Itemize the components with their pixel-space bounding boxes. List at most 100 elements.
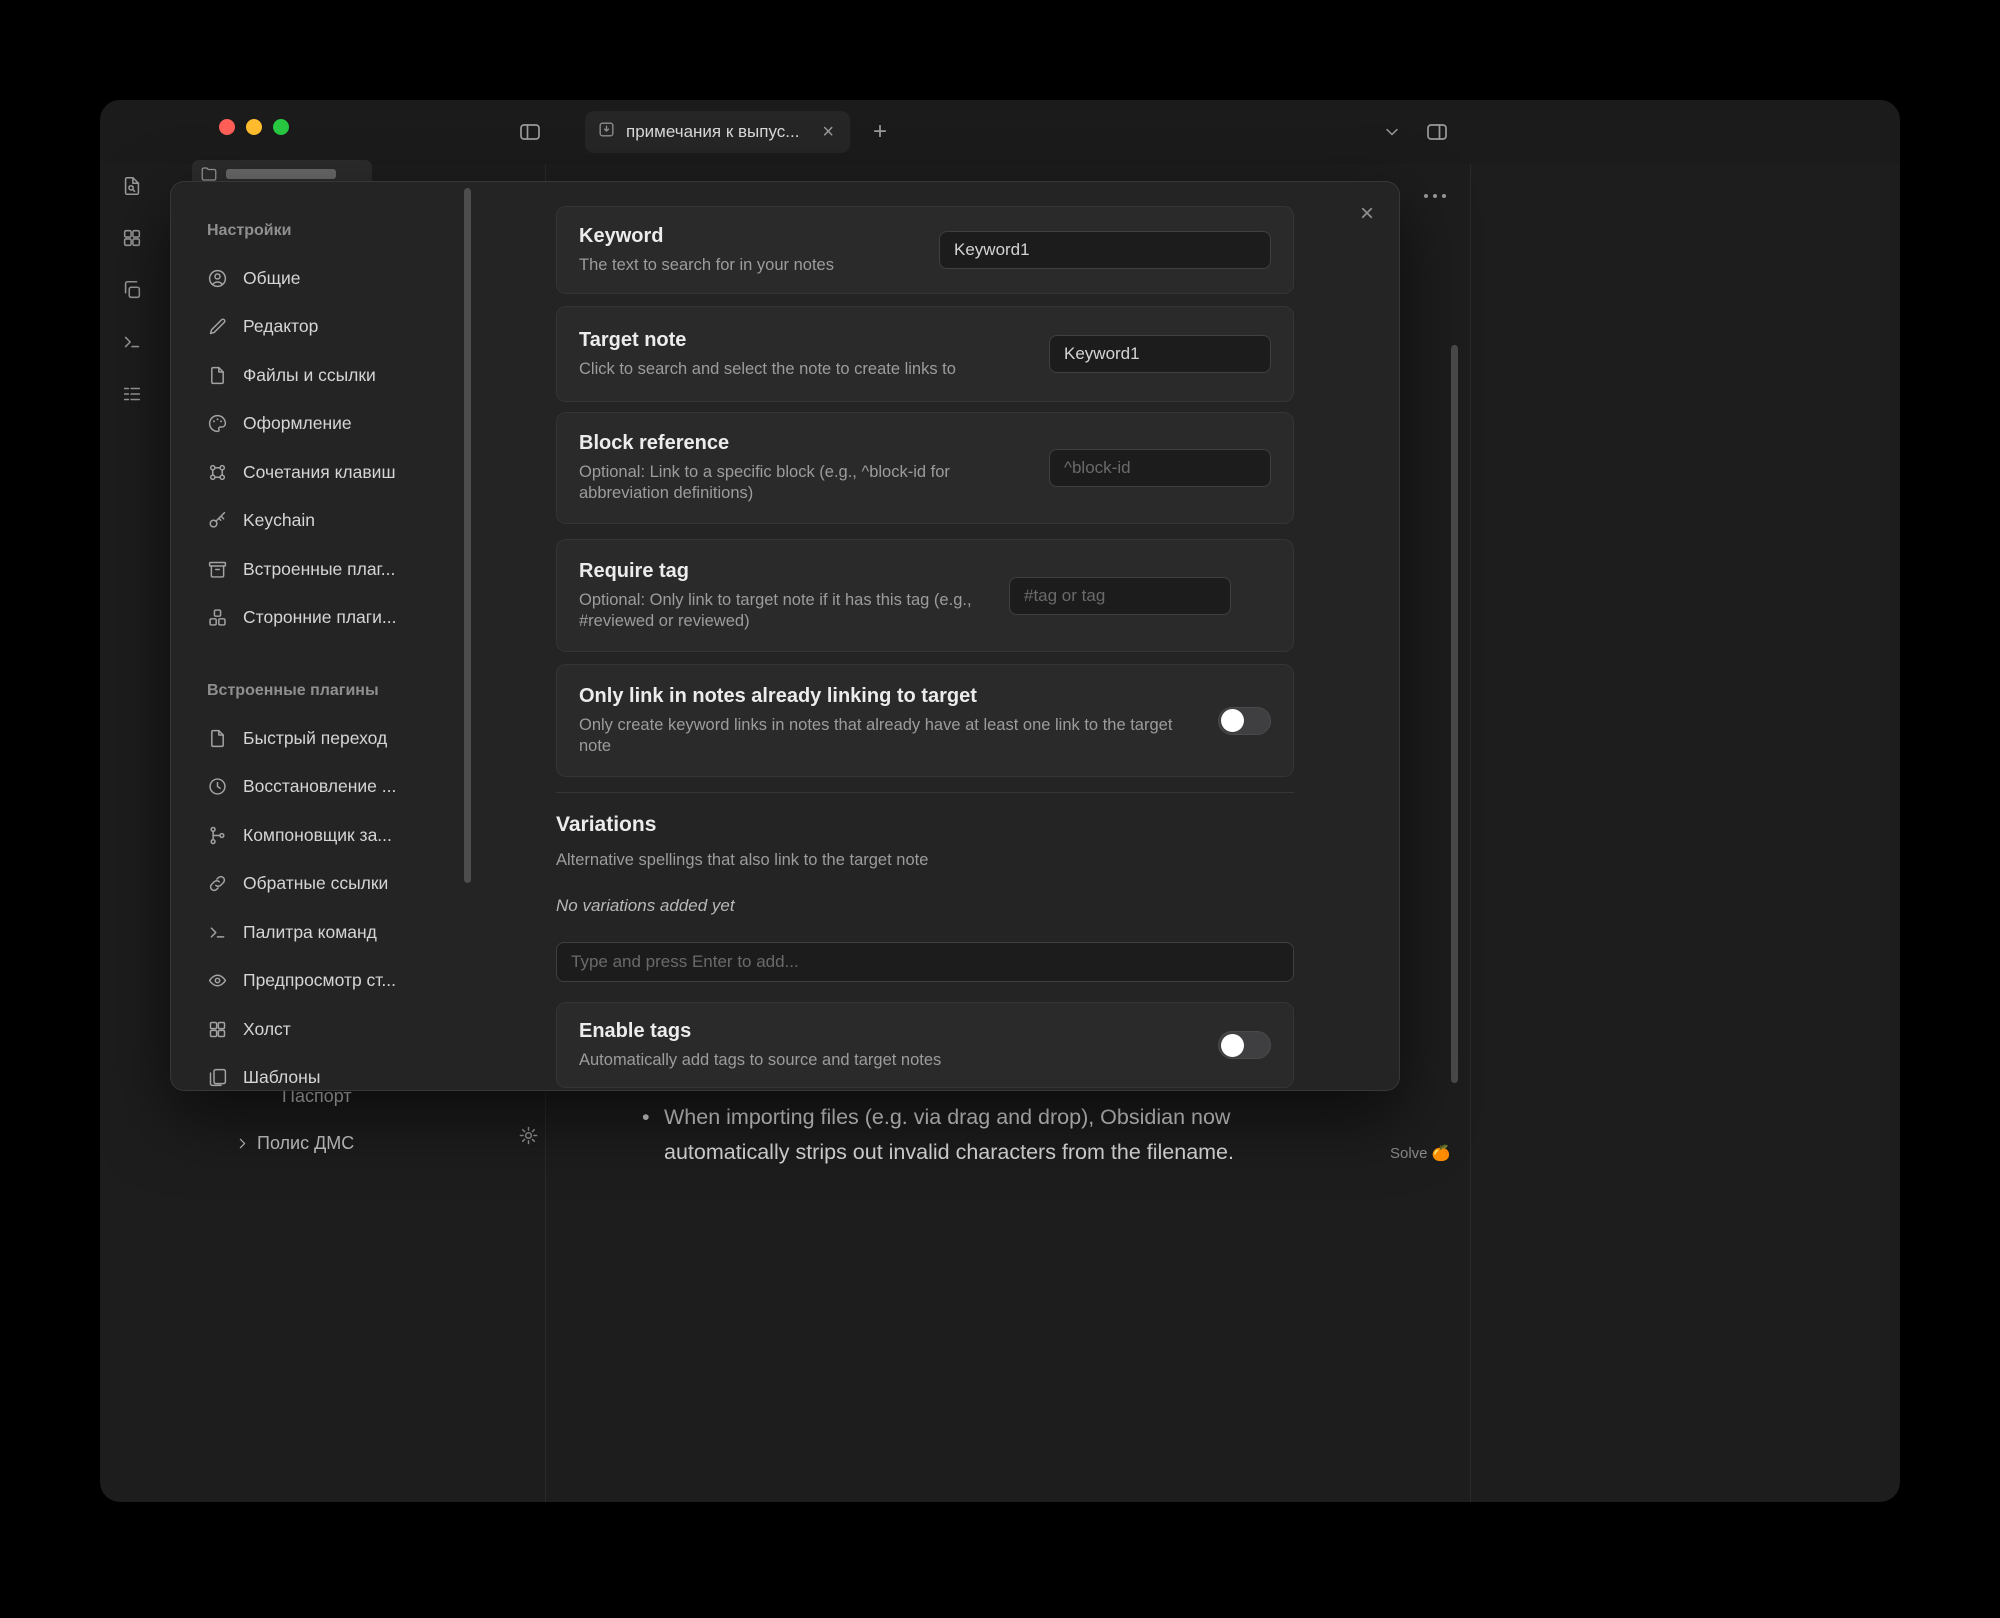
- nav-item-label: Обратные ссылки: [243, 873, 388, 894]
- tab-release-notes[interactable]: примечания к выпус... ×: [585, 111, 850, 153]
- pencil-icon: [207, 316, 228, 337]
- key-icon: [207, 510, 228, 531]
- toggle-left-sidebar-icon[interactable]: [516, 120, 544, 144]
- nav-item-editor[interactable]: Редактор: [207, 303, 471, 352]
- setting-title: Target note: [579, 329, 1029, 352]
- settings-nav: Настройки Общие Редактор Файлы и ссылки …: [171, 182, 471, 1090]
- nav-item-label: Keychain: [243, 510, 315, 531]
- setting-row-target-note: Target note Click to search and select t…: [556, 306, 1294, 402]
- nav-item-core-plugins[interactable]: Встроенные плаг...: [207, 545, 471, 594]
- nav-item-appearance[interactable]: Оформление: [207, 400, 471, 449]
- nav-item-label: Сторонние плаги...: [243, 607, 397, 628]
- require-tag-input[interactable]: [1009, 577, 1231, 615]
- list-grid-icon[interactable]: [120, 382, 144, 406]
- settings-content: Keyword The text to search for in your n…: [556, 182, 1294, 1090]
- nav-item-quick-switcher[interactable]: Быстрый переход: [207, 714, 471, 763]
- setting-desc: Optional: Only link to target note if it…: [579, 590, 989, 632]
- eye-icon: [207, 970, 228, 991]
- setting-row-require-tag: Require tag Optional: Only link to targe…: [556, 539, 1294, 652]
- explorer-item-dms[interactable]: Полис ДМС: [234, 1133, 354, 1154]
- templates-icon: [207, 1067, 228, 1088]
- nav-item-keychain[interactable]: Keychain: [207, 497, 471, 546]
- nav-item-command-palette[interactable]: Палитра команд: [207, 908, 471, 957]
- more-options-icon[interactable]: [1420, 186, 1450, 206]
- toggle-knob: [1221, 1034, 1244, 1057]
- nav-item-community-plugins[interactable]: Сторонние плаги...: [207, 594, 471, 643]
- enable-tags-toggle[interactable]: [1218, 1031, 1271, 1059]
- copy-files-icon[interactable]: [120, 278, 144, 302]
- tab-close-icon[interactable]: ×: [818, 121, 838, 144]
- setting-title: Block reference: [579, 432, 1029, 455]
- nav-item-label: Общие: [243, 268, 301, 289]
- close-window-button[interactable]: [219, 119, 235, 135]
- nav-item-note-composer[interactable]: Компоновщик за...: [207, 811, 471, 860]
- variations-title: Variations: [556, 813, 1294, 837]
- nav-item-backlinks[interactable]: Обратные ссылки: [207, 860, 471, 909]
- puzzle-icon: [207, 607, 228, 628]
- canvas-icon: [207, 1019, 228, 1040]
- nav-item-general[interactable]: Общие: [207, 254, 471, 303]
- section-divider: [556, 792, 1294, 793]
- nav-item-label: Файлы и ссылки: [243, 365, 376, 386]
- nav-item-page-preview[interactable]: Предпросмотр ст...: [207, 957, 471, 1006]
- search-document-icon[interactable]: [120, 174, 144, 198]
- nav-item-label: Редактор: [243, 316, 318, 337]
- add-variation-input[interactable]: [556, 942, 1294, 982]
- setting-desc: Click to search and select the note to c…: [579, 359, 1029, 380]
- note-content: When importing files (e.g. via drag and …: [640, 1100, 1340, 1170]
- nav-item-label: Предпросмотр ст...: [243, 970, 396, 991]
- clipped-text: [226, 169, 336, 179]
- nav-item-label: Холст: [243, 1019, 291, 1040]
- setting-row-only-link: Only link in notes already linking to ta…: [556, 664, 1294, 777]
- nav-item-file-recovery[interactable]: Восстановление ...: [207, 763, 471, 812]
- setting-row-enable-tags: Enable tags Automatically add tags to so…: [556, 1002, 1294, 1088]
- toggle-right-sidebar-icon[interactable]: [1423, 120, 1451, 144]
- maximize-window-button[interactable]: [273, 119, 289, 135]
- file-link-icon: [207, 365, 228, 386]
- new-tab-button[interactable]: +: [866, 118, 894, 146]
- setting-title: Keyword: [579, 225, 919, 248]
- chevron-down-icon[interactable]: [1380, 121, 1404, 143]
- titlebar: примечания к выпус... × +: [100, 100, 1900, 164]
- setting-row-keyword: Keyword The text to search for in your n…: [556, 206, 1294, 294]
- note-bullet: When importing files (e.g. via drag and …: [640, 1100, 1340, 1170]
- archive-icon: [207, 559, 228, 580]
- nav-item-label: Сочетания клавиш: [243, 462, 396, 483]
- nav-item-files-links[interactable]: Файлы и ссылки: [207, 351, 471, 400]
- editor-right-divider: [1470, 164, 1471, 1502]
- setting-desc: The text to search for in your notes: [579, 255, 919, 276]
- block-reference-input[interactable]: [1049, 449, 1271, 487]
- palette-icon: [207, 413, 228, 434]
- nav-item-label: Встроенные плаг...: [243, 559, 395, 580]
- keyword-input[interactable]: [939, 231, 1271, 269]
- setting-desc: Optional: Link to a specific block (e.g.…: [579, 462, 1029, 504]
- app-window: примечания к выпус... × +: [100, 100, 1900, 1502]
- layout-grid-icon[interactable]: [120, 226, 144, 250]
- setting-row-block-reference: Block reference Optional: Link to a spec…: [556, 412, 1294, 524]
- chevron-right-icon: [234, 1135, 251, 1152]
- editor-scrollbar[interactable]: [1451, 345, 1458, 1083]
- terminal-icon: [207, 922, 228, 943]
- tab-title: примечания к выпус...: [626, 122, 818, 142]
- setting-title: Require tag: [579, 560, 989, 583]
- nav-item-label: Оформление: [243, 413, 352, 434]
- setting-title: Only link in notes already linking to ta…: [579, 685, 1198, 708]
- only-link-toggle[interactable]: [1218, 707, 1271, 735]
- user-icon: [207, 268, 228, 289]
- modal-close-icon[interactable]: ×: [1353, 200, 1381, 228]
- command-icon: [207, 462, 228, 483]
- minimize-window-button[interactable]: [246, 119, 262, 135]
- variations-empty-state: No variations added yet: [556, 896, 1294, 916]
- explorer-item-label: Полис ДМС: [257, 1133, 354, 1154]
- gear-icon[interactable]: [516, 1123, 540, 1147]
- terminal-icon[interactable]: [120, 330, 144, 354]
- nav-item-canvas[interactable]: Холст: [207, 1005, 471, 1054]
- target-note-input[interactable]: [1049, 335, 1271, 373]
- nav-section-settings: Настройки: [207, 216, 471, 246]
- file-icon: [207, 728, 228, 749]
- variations-desc: Alternative spellings that also link to …: [556, 851, 1294, 870]
- nav-item-templates[interactable]: Шаблоны: [207, 1054, 471, 1091]
- watermark: Solve 🍊: [1390, 1144, 1450, 1162]
- nav-item-label: Быстрый переход: [243, 728, 387, 749]
- nav-item-hotkeys[interactable]: Сочетания клавиш: [207, 448, 471, 497]
